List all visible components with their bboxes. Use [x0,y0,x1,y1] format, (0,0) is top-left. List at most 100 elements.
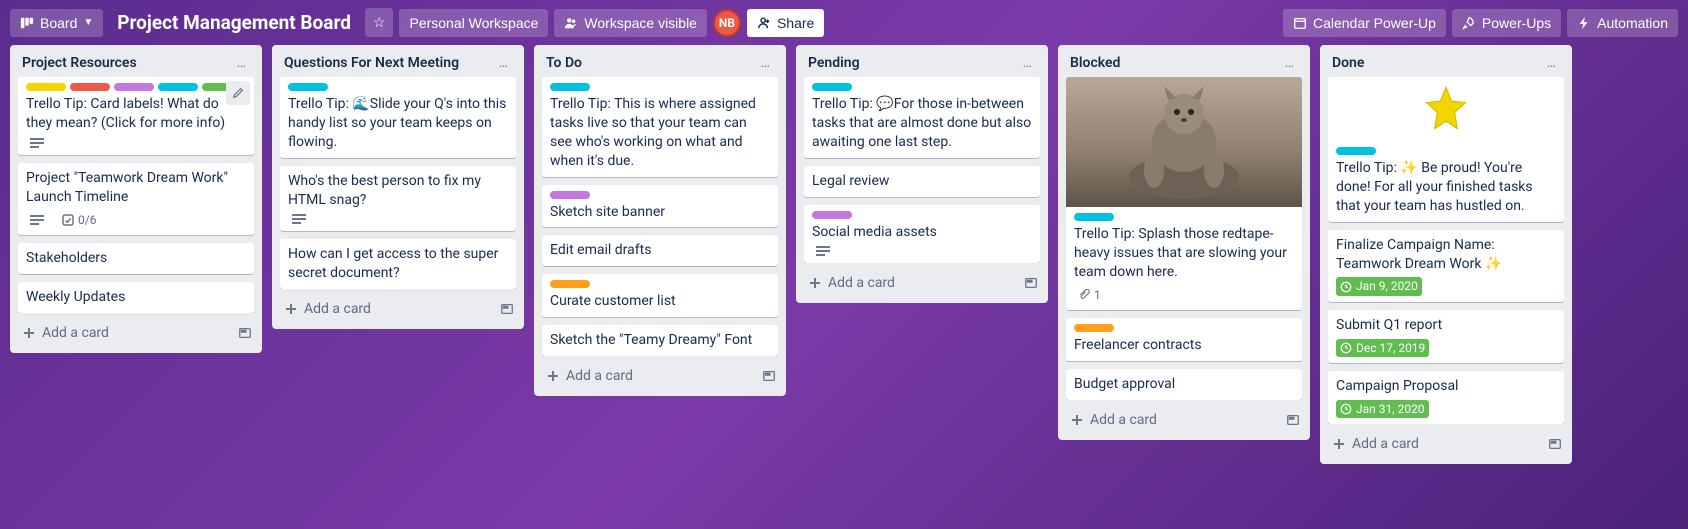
card-title: Budget approval [1074,375,1294,394]
card-title: Trello Tip: 🌊Slide your Q's into this ha… [288,95,508,152]
list-title[interactable]: Pending [808,55,1017,71]
label-purple[interactable] [114,83,154,91]
list-menu-button[interactable]: … [1541,53,1562,73]
board-title[interactable]: Project Management Board [109,11,359,34]
add-card-label: Add a card [304,301,371,317]
card[interactable]: Project "Teamwork Dream Work" Launch Tim… [18,163,254,235]
calendar-powerup-button[interactable]: Calendar Power-Up [1283,9,1446,37]
automation-button[interactable]: Automation [1567,9,1678,37]
add-card-button[interactable]: Add a card [544,364,754,388]
card-title: Freelancer contracts [1074,336,1294,355]
card-template-button[interactable] [500,302,514,316]
card-title: Legal review [812,172,1032,191]
add-card-button[interactable]: Add a card [1068,408,1278,432]
list-title[interactable]: Project Resources [22,55,231,71]
card[interactable]: Trello Tip: 💬For those in-between tasks … [804,77,1040,158]
card-template-button[interactable] [762,369,776,383]
add-card-button[interactable]: Add a card [20,321,230,345]
card-title: How can I get access to the super secret… [288,245,508,283]
card-badges [26,137,246,149]
label-teal[interactable] [1074,213,1114,221]
card-template-button[interactable] [1286,413,1300,427]
due-date-badge[interactable]: Dec 17, 2019 [1336,339,1429,357]
calendar-label: Calendar Power-Up [1313,15,1436,31]
card[interactable]: Trello Tip: Splash those redtape-heavy i… [1066,77,1302,310]
card[interactable]: Finalize Campaign Name: Teamwork Dream W… [1328,230,1564,302]
card[interactable]: Stakeholders [18,243,254,274]
label-teal[interactable] [1336,147,1376,155]
card[interactable]: Sketch the "Teamy Dreamy" Font [542,325,778,356]
card[interactable]: Weekly Updates [18,282,254,313]
board-view-button[interactable]: Board ▼ [10,9,103,37]
card[interactable]: Submit Q1 report Dec 17, 2019 [1328,310,1564,363]
list-title[interactable]: Blocked [1070,55,1279,71]
label-teal[interactable] [158,83,198,91]
list: Blocked… Trello Tip: Splash those redtape… [1058,45,1310,440]
card-labels [1336,147,1556,155]
label-teal[interactable] [812,83,852,91]
card-labels [26,83,246,91]
list-menu-button[interactable]: … [755,53,776,73]
list-menu-button[interactable]: … [1279,53,1300,73]
add-card-label: Add a card [42,325,109,341]
list-title[interactable]: To Do [546,55,755,71]
card[interactable]: Sketch site banner [542,185,778,228]
list-title[interactable]: Questions For Next Meeting [284,55,493,71]
member-avatar[interactable]: NB [713,9,741,37]
card-labels [1074,324,1294,332]
card[interactable]: Who's the best person to fix my HTML sna… [280,166,516,232]
card[interactable]: Trello Tip: This is where assigned tasks… [542,77,778,177]
card-title: Trello Tip: Card labels! What do they me… [26,95,246,133]
label-teal[interactable] [288,83,328,91]
plus-icon [284,302,298,316]
card-template-button[interactable] [1548,437,1562,451]
card-badges: Jan 9, 2020 [1336,277,1556,295]
plus-icon [808,276,822,290]
card-badges: 1 [1074,286,1294,304]
label-purple[interactable] [812,211,852,219]
plus-icon [546,369,560,383]
list-menu-button[interactable]: … [1017,53,1038,73]
add-card-button[interactable]: Add a card [806,271,1016,295]
list-menu-button[interactable]: … [493,53,514,73]
card[interactable]: How can I get access to the super secret… [280,239,516,289]
card[interactable]: Curate customer list [542,274,778,317]
visibility-button[interactable]: Workspace visible [554,9,707,37]
card[interactable]: Freelancer contracts [1066,318,1302,361]
card[interactable]: Edit email drafts [542,235,778,266]
due-date-badge[interactable]: Jan 9, 2020 [1336,277,1422,295]
add-card-button[interactable]: Add a card [1330,432,1540,456]
share-button[interactable]: Share [747,9,824,37]
label-purple[interactable] [550,191,590,199]
due-date-badge[interactable]: Jan 31, 2020 [1336,400,1429,418]
card[interactable]: Trello Tip: 🌊Slide your Q's into this ha… [280,77,516,158]
list-title[interactable]: Done [1332,55,1541,71]
edit-card-button[interactable] [226,81,250,105]
avatar-initials: NB [719,16,735,30]
label-orange[interactable] [1074,324,1114,332]
workspace-button[interactable]: Personal Workspace [399,9,548,37]
card-title: Social media assets [812,223,1032,242]
card[interactable]: Legal review [804,166,1040,197]
powerups-button[interactable]: Power-Ups [1452,9,1561,37]
list-menu-button[interactable]: … [231,53,252,73]
card[interactable]: Budget approval [1066,369,1302,400]
card[interactable]: Trello Tip: ✨ Be proud! You're done! For… [1328,77,1564,222]
card[interactable]: Campaign Proposal Jan 31, 2020 [1328,371,1564,424]
label-yellow[interactable] [26,83,66,91]
card[interactable]: Social media assets [804,205,1040,264]
card-badges: Dec 17, 2019 [1336,339,1556,357]
card[interactable]: Trello Tip: Card labels! What do they me… [18,77,254,155]
cover-cat [1066,77,1302,207]
label-teal[interactable] [550,83,590,91]
card-template-button[interactable] [238,326,252,340]
card-template-button[interactable] [1024,276,1038,290]
card-title: Trello Tip: 💬For those in-between tasks … [812,95,1032,152]
label-red[interactable] [70,83,110,91]
board-view-label: Board [40,15,77,31]
label-orange[interactable] [550,280,590,288]
board-canvas[interactable]: Project Resources…Trello Tip: Card label… [0,45,1688,526]
add-card-button[interactable]: Add a card [282,297,492,321]
star-button[interactable]: ☆ [365,8,394,37]
card-title: Project "Teamwork Dream Work" Launch Tim… [26,169,246,207]
